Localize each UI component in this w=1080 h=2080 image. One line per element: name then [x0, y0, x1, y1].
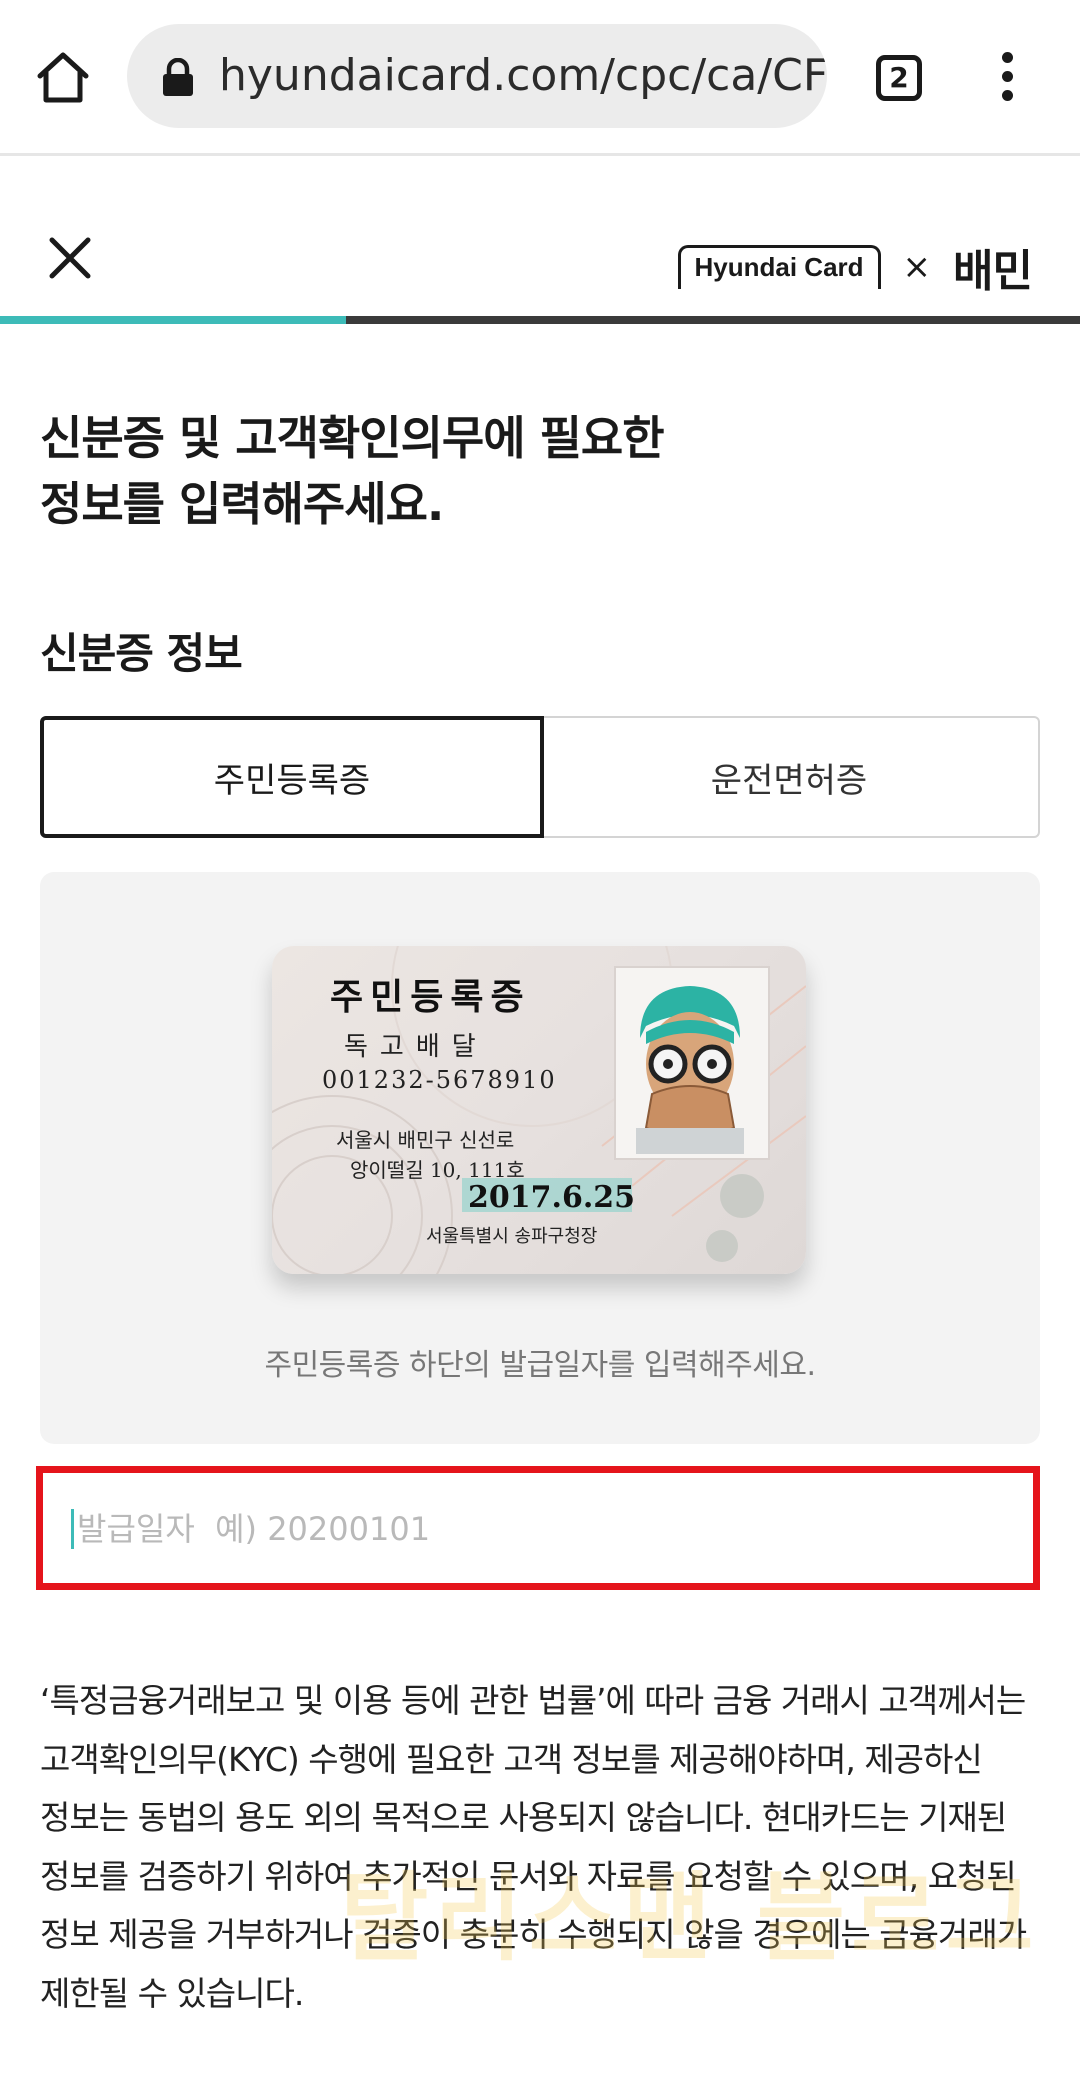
page-header: Hyundai Card × 배민: [0, 156, 1080, 324]
card-name: 독고배달: [344, 1032, 488, 1062]
card-issue-date: 2017.6.25: [468, 1180, 636, 1215]
tab-resident-card-label: 주민등록증: [213, 760, 371, 801]
watermark: 탈리스맨 블로그: [340, 1862, 1040, 1974]
address-bar[interactable]: hyundaicard.com/cpc/ca/CF: [127, 24, 827, 128]
issue-date-field[interactable]: [36, 1466, 1040, 1590]
guide-caption: 주민등록증 하단의 발급일자를 입력해주세요.: [264, 1348, 816, 1383]
hyundai-card-logo: Hyundai Card: [677, 245, 881, 289]
id-guide-box: 주민등록증 독고배달 001232-5678910 서울시 배민구 신선로 앙이…: [40, 872, 1040, 1444]
card-address-line1: 서울시 배민구 신선로: [336, 1128, 515, 1152]
progress-fill: [0, 316, 346, 324]
brand-separator: ×: [902, 247, 932, 287]
issue-date-input[interactable]: [75, 1497, 979, 1561]
tab-switcher-button[interactable]: 2: [876, 55, 922, 101]
lock-icon: [161, 57, 195, 96]
baemin-logo: 배민: [953, 246, 1033, 297]
card-title: 주민등록증: [330, 977, 531, 1018]
card-address-line2: 앙이떨길 10, 111호: [350, 1158, 525, 1182]
tab-driver-license[interactable]: 운전면허증: [540, 716, 1040, 838]
tab-resident-card[interactable]: 주민등록증: [40, 716, 544, 838]
more-vert-icon[interactable]: [990, 52, 1024, 106]
close-icon[interactable]: [44, 232, 96, 284]
brand-lockup: Hyundai Card × 배민: [677, 244, 1033, 297]
section-title-id-info: 신분증 정보: [40, 629, 243, 678]
tab-driver-license-label: 운전면허증: [710, 760, 868, 801]
url-text: hyundaicard.com/cpc/ca/CF: [219, 50, 827, 101]
sample-id-card: 주민등록증 독고배달 001232-5678910 서울시 배민구 신선로 앙이…: [272, 946, 806, 1274]
card-issuer: 서울특별시 송파구청장: [426, 1226, 598, 1247]
card-photo: [614, 966, 770, 1160]
page-title-line2: 정보를 입력해주세요.: [40, 477, 444, 531]
browser-toolbar: hyundaicard.com/cpc/ca/CF 2: [0, 0, 1080, 156]
progress-bar: [0, 316, 1080, 324]
card-rrn: 001232-5678910: [322, 1066, 557, 1094]
text-cursor: [71, 1509, 74, 1549]
page-title-line1: 신분증 및 고객확인의무에 필요한: [40, 411, 665, 465]
home-icon[interactable]: [34, 48, 92, 106]
page-title: 신분증 및 고객확인의무에 필요한 정보를 입력해주세요.: [40, 405, 665, 537]
